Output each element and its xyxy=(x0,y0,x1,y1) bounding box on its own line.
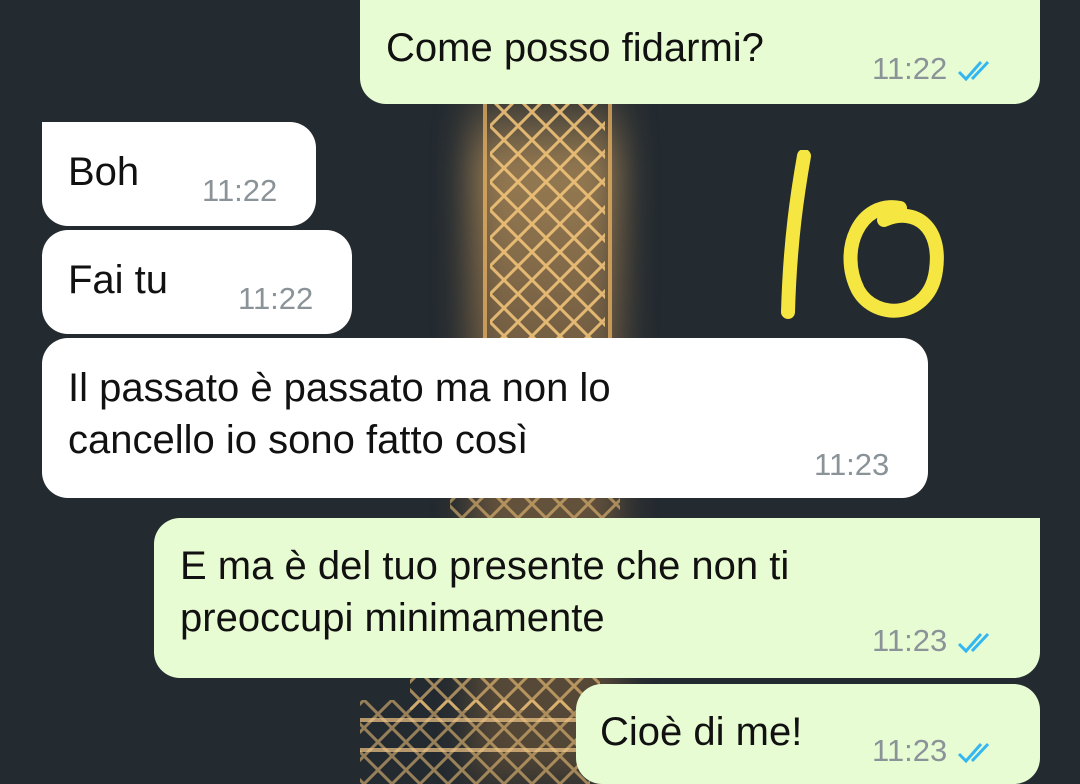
message-bubble-incoming[interactable]: Fai tu 11:22 xyxy=(42,230,352,334)
message-meta: 11:23 xyxy=(872,734,999,768)
message-bubble-outgoing[interactable]: Cioè di me! 11:23 xyxy=(576,684,1040,784)
double-check-read-icon xyxy=(958,742,990,764)
message-text: E ma è del tuo presente che non ti preoc… xyxy=(180,544,790,640)
message-time: 11:22 xyxy=(238,281,314,316)
message-meta: 11:23 xyxy=(872,624,999,658)
message-time: 11:23 xyxy=(814,447,890,482)
message-text: Cioè di me! xyxy=(600,710,803,754)
message-time: 11:22 xyxy=(202,173,278,208)
message-bubble-incoming[interactable]: Il passato è passato ma non lo cancello … xyxy=(42,338,928,498)
message-time: 11:22 xyxy=(872,51,948,86)
message-bubble-outgoing[interactable]: E ma è del tuo presente che non ti preoc… xyxy=(154,518,1040,678)
message-text: Come posso fidarmi? xyxy=(386,26,764,70)
message-time: 11:23 xyxy=(872,733,948,768)
message-text: Fai tu xyxy=(68,258,169,302)
message-bubble-incoming[interactable]: Boh 11:22 xyxy=(42,122,316,226)
message-time: 11:23 xyxy=(872,623,948,658)
handwritten-annotation xyxy=(781,150,944,319)
message-bubble-outgoing[interactable]: Come posso fidarmi? 11:22 xyxy=(360,0,1040,104)
message-text: Il passato è passato ma non lo cancello … xyxy=(68,366,611,462)
double-check-read-icon xyxy=(958,632,990,654)
message-meta: 11:22 xyxy=(872,52,999,86)
double-check-read-icon xyxy=(958,60,990,82)
message-text: Boh xyxy=(68,150,140,194)
